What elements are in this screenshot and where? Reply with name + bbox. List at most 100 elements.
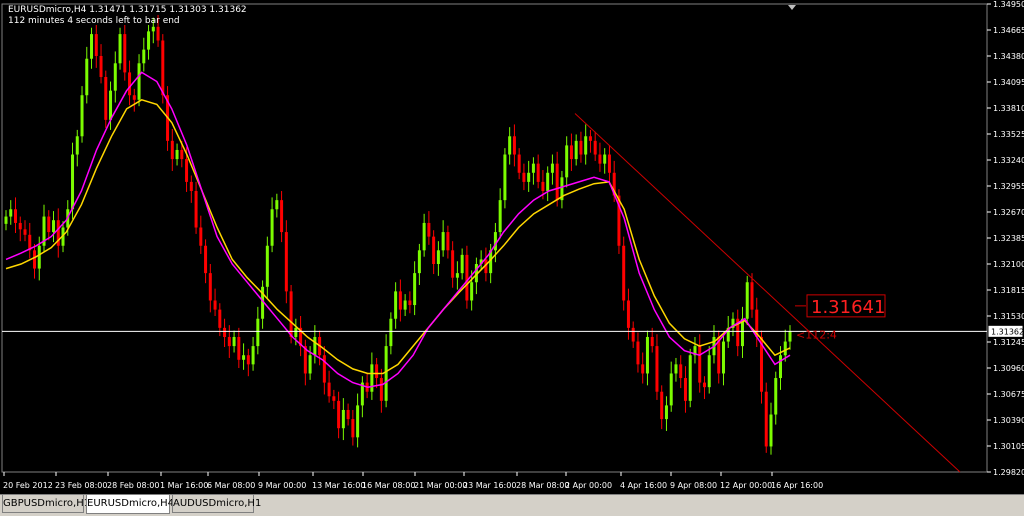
candle-body bbox=[588, 136, 592, 141]
candle-body bbox=[522, 172, 526, 182]
candle-body bbox=[194, 191, 198, 228]
tab-audusd[interactable]: AUDUSDmicro,H1 bbox=[172, 495, 261, 513]
candle-body bbox=[375, 364, 379, 379]
candle-body bbox=[512, 136, 516, 155]
current-price-label: 1.31362 bbox=[991, 327, 1024, 336]
candle-body bbox=[313, 336, 317, 356]
candle-body bbox=[37, 245, 41, 269]
candle-body bbox=[593, 140, 597, 155]
price-annotation: 1.31641 bbox=[811, 297, 885, 318]
candle-body bbox=[33, 250, 37, 269]
candle-body bbox=[645, 336, 649, 374]
candle-body bbox=[398, 291, 402, 310]
candle-body bbox=[199, 227, 203, 246]
time-tick-label: 23 Mar 16:00 bbox=[463, 481, 516, 490]
moving-average-fast bbox=[5, 71, 791, 388]
candle-body bbox=[441, 232, 445, 251]
candlestick-chart[interactable]: 1.34950 1.34665 1.34380 1.34095 1.33810 1.335… bbox=[0, 0, 1024, 494]
price-tick-label: 1.33525 bbox=[993, 130, 1024, 139]
price-tick-label: 1.29820 bbox=[993, 468, 1024, 477]
candle-body bbox=[341, 409, 345, 429]
candle-body bbox=[641, 364, 645, 374]
candle-body bbox=[531, 163, 535, 173]
candle-body bbox=[603, 154, 607, 164]
candle-body bbox=[626, 300, 630, 328]
candle-body bbox=[427, 222, 431, 237]
candle-body bbox=[161, 40, 165, 96]
candle-body bbox=[170, 140, 174, 160]
price-tick-label: 1.34950 bbox=[993, 0, 1024, 9]
candle-body bbox=[218, 309, 222, 328]
candle-body bbox=[555, 163, 559, 201]
candle-body bbox=[4, 216, 8, 224]
candle-body bbox=[227, 336, 231, 347]
candle-body bbox=[451, 250, 455, 278]
price-tick-label: 1.34095 bbox=[993, 78, 1024, 87]
candle-body bbox=[683, 378, 687, 401]
candle-body bbox=[18, 222, 22, 230]
time-tick-label: 20 Feb 2012 bbox=[3, 481, 53, 490]
price-tick-label: 1.30675 bbox=[993, 390, 1024, 399]
candle-body bbox=[446, 232, 450, 251]
candle-body bbox=[698, 346, 702, 383]
candle-body bbox=[631, 327, 635, 342]
candle-body bbox=[384, 346, 388, 401]
price-tick-label: 1.33240 bbox=[993, 156, 1024, 165]
candle-body bbox=[465, 254, 469, 301]
candle-body bbox=[142, 49, 146, 64]
candle-body bbox=[223, 327, 227, 337]
tab-eurusd[interactable]: EURUSDmicro,H4 bbox=[86, 495, 174, 514]
price-tick-label: 1.31530 bbox=[993, 312, 1024, 321]
candle-body bbox=[9, 209, 13, 217]
chart-info-line1: EURUSDmicro,H4 1.31471 1.31715 1.31303 1… bbox=[8, 5, 247, 15]
candle-body bbox=[498, 200, 502, 233]
price-tick-label: 1.32670 bbox=[993, 208, 1024, 217]
candle-body bbox=[674, 364, 678, 374]
candle-body bbox=[256, 318, 260, 347]
candle-body bbox=[123, 34, 127, 73]
chart-info-line2: 112 minutes 4 seconds left to bar end bbox=[8, 16, 180, 26]
candle-body bbox=[508, 136, 512, 155]
chart-area[interactable]: 1.34950 1.34665 1.34380 1.34095 1.33810 1.335… bbox=[0, 0, 1024, 494]
candle-body bbox=[664, 405, 668, 420]
candle-body bbox=[432, 236, 436, 264]
candle-body bbox=[52, 220, 56, 233]
candle-body bbox=[655, 346, 659, 392]
candle-body bbox=[579, 140, 583, 155]
candle-body bbox=[71, 154, 75, 210]
candle-body bbox=[351, 419, 355, 438]
candle-body bbox=[113, 63, 117, 91]
candle-body bbox=[679, 364, 683, 379]
time-tick-label: 1 Mar 16:00 bbox=[160, 481, 208, 490]
price-tick-label: 1.31245 bbox=[993, 338, 1024, 347]
price-tick-label: 1.30960 bbox=[993, 364, 1024, 373]
candle-body bbox=[503, 154, 507, 201]
candle-body bbox=[137, 63, 141, 100]
candle-body bbox=[379, 378, 383, 401]
candle-body bbox=[574, 140, 578, 160]
candle-body bbox=[265, 245, 269, 287]
candle-body bbox=[90, 34, 94, 59]
candle-body bbox=[275, 200, 279, 210]
candle-body bbox=[175, 149, 179, 160]
price-tick-label: 1.32385 bbox=[993, 234, 1024, 243]
candle-body bbox=[527, 172, 531, 182]
time-tick-label: 13 Mar 16:00 bbox=[312, 481, 365, 490]
price-tick-label: 1.34665 bbox=[993, 26, 1024, 35]
time-tick-label: 4 Apr 16:00 bbox=[620, 481, 667, 490]
candle-body bbox=[246, 355, 250, 365]
candle-body bbox=[94, 34, 98, 56]
candle-body bbox=[745, 282, 749, 319]
candle-body bbox=[517, 154, 521, 173]
price-tick-label: 1.31815 bbox=[993, 286, 1024, 295]
candle-body bbox=[294, 327, 298, 337]
candle-body bbox=[422, 222, 426, 251]
candle-body bbox=[536, 163, 540, 182]
candle-body bbox=[85, 58, 89, 96]
candle-body bbox=[308, 355, 312, 374]
tab-gbpusd[interactable]: GBPUSDmicro,H1 bbox=[2, 495, 90, 513]
candle-body bbox=[118, 34, 122, 64]
time-tick-label: 16 Mar 08:00 bbox=[362, 481, 415, 490]
candle-body bbox=[546, 172, 550, 192]
candle-body bbox=[332, 396, 336, 401]
